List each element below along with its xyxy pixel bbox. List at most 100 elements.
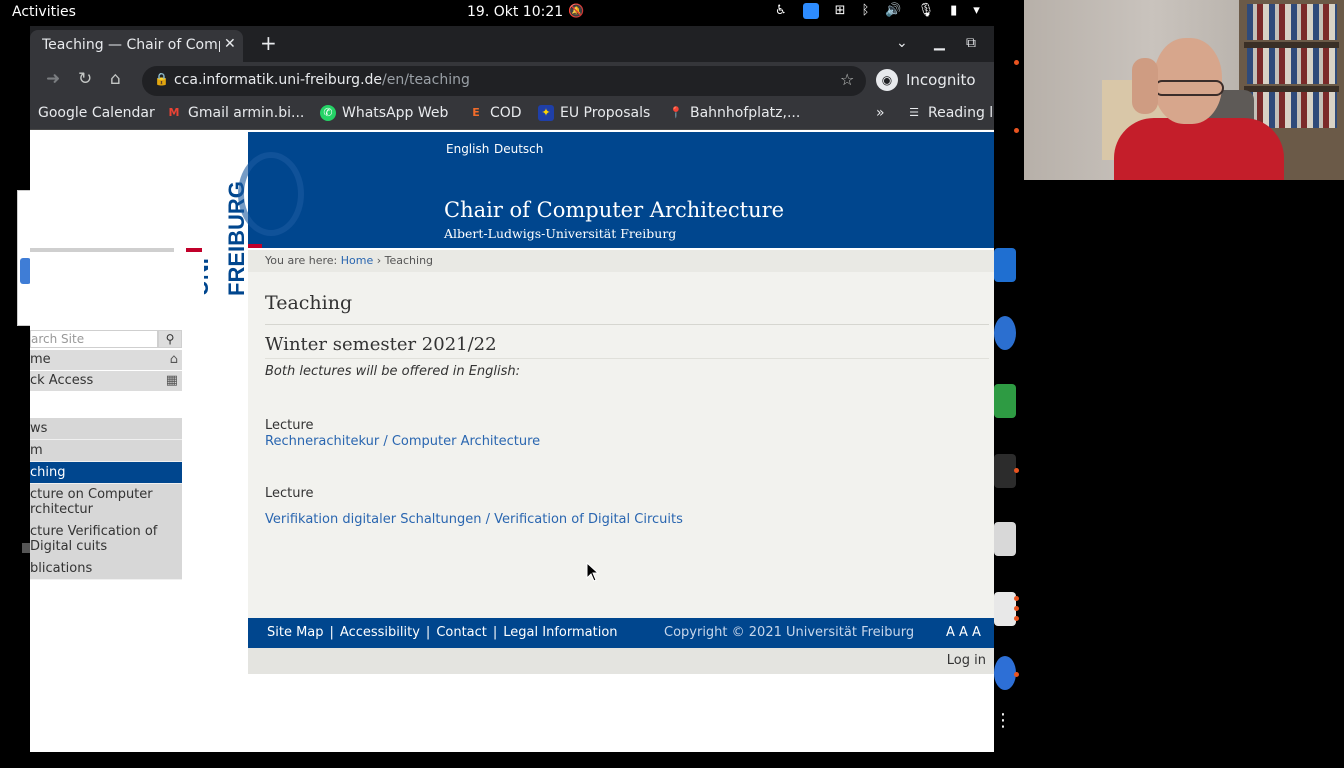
incognito-label: Incognito [906, 71, 976, 89]
contact-link[interactable]: Contact [436, 625, 487, 640]
accessibility-icon[interactable]: ♿ [775, 3, 787, 19]
bookmark-label: WhatsApp Web [342, 105, 449, 121]
legal-information-link[interactable]: Legal Information [503, 625, 617, 640]
dock-running-indicator [1014, 596, 1019, 601]
sitemap-icon: ▦ [165, 373, 178, 388]
bluetooth-icon[interactable]: ᛒ [862, 3, 870, 19]
site-map-link[interactable]: Site Map [267, 625, 324, 640]
bookmark-item[interactable]: Google Calendar [38, 105, 155, 121]
bookmark-item[interactable]: E COD [468, 105, 522, 121]
nav-item-news[interactable]: ws [30, 418, 182, 440]
house-icon: ⌂ [169, 352, 178, 367]
clock[interactable]: 19. Okt 10:21 [467, 4, 563, 20]
close-tab-icon[interactable]: ✕ [224, 36, 236, 52]
incognito-icon: ◉ [876, 69, 898, 91]
activities-button[interactable]: Activities [12, 4, 76, 20]
title-divider [265, 324, 989, 325]
dock-running-indicator [1014, 616, 1019, 621]
books-row [1247, 48, 1337, 84]
restore-icon[interactable]: ⧉ [966, 35, 976, 51]
main-content: Teaching Winter semester 2021/22 Both le… [248, 272, 994, 618]
semester-divider [265, 358, 989, 359]
person-hand [1132, 58, 1158, 114]
lecture-label: Lecture [265, 486, 314, 501]
bookmark-item[interactable]: ✆ WhatsApp Web [320, 105, 448, 121]
lang-deutsch-link[interactable]: Deutsch [494, 142, 543, 156]
breadcrumb-separator: › [376, 254, 382, 267]
breadcrumb-home-link[interactable]: Home [341, 254, 373, 267]
computer-architecture-link[interactable]: Rechnerachitekur / Computer Architecture [265, 434, 540, 449]
search-input[interactable]: arch Site [30, 330, 158, 348]
bookmark-star-icon[interactable]: ☆ [840, 70, 854, 89]
login-link[interactable]: Log in [947, 653, 986, 668]
nav-item-publications[interactable]: blications [30, 558, 182, 580]
semester-heading: Winter semester 2021/22 [265, 334, 497, 355]
maps-pin-icon: 📍 [669, 106, 683, 119]
network-icon[interactable]: ⊞ [835, 3, 846, 19]
more-bookmarks-icon[interactable]: » [876, 105, 885, 121]
breadcrumb-prefix: You are here: [265, 254, 338, 267]
footer-separator: | [492, 625, 498, 640]
bookmark-label: COD [490, 105, 522, 121]
dock-calendar-icon[interactable] [994, 592, 1016, 626]
bookmarks-bar: Google Calendar M Gmail armin.bi... ✆ What… [30, 98, 994, 130]
dock-running-indicator [1014, 468, 1019, 473]
reading-list[interactable]: ☰ Reading l [906, 105, 993, 121]
accessibility-link[interactable]: Accessibility [340, 625, 420, 640]
bookmark-item[interactable]: ✦ EU Proposals [538, 105, 650, 121]
footer-separator: | [329, 625, 334, 640]
dock-app-icon[interactable] [994, 656, 1016, 690]
system-menu-chevron-icon[interactable]: ▾ [973, 3, 980, 19]
person-glasses [1154, 80, 1224, 96]
site-footer: Site Map | Accessibility | Contact | Legal Inf… [248, 618, 994, 648]
eu-flag-icon: ✦ [538, 105, 554, 121]
lang-english-link[interactable]: English [446, 142, 489, 156]
verification-digital-circuits-link[interactable]: Verifikation digitaler Schaltungen / Ver… [265, 512, 683, 527]
copyright-text: Copyright © 2021 Universität Freiburg [664, 625, 915, 640]
tab-strip: Teaching — Chair of Computer Architectur… [30, 26, 994, 62]
desktop: Activities 19. Okt 10:21 🔕 ♿ ⊞ ᛒ 🔊 🎙 ▮ ▾ [0, 0, 1344, 768]
show-apps-icon[interactable]: ⋮ [994, 712, 1016, 750]
intro-text: Both lectures will be offered in English… [265, 364, 521, 379]
quick-access-link[interactable]: ck Access ▦ [30, 371, 182, 391]
home-link[interactable]: me ⌂ [30, 350, 182, 370]
url-text: cca.informatik.uni-freiburg.de/en/teachi… [174, 72, 470, 88]
font-size-switcher[interactable]: A A A [946, 625, 981, 640]
battery-icon[interactable]: ▮ [950, 3, 957, 19]
dock-docs-icon[interactable] [994, 248, 1016, 282]
dock-app-icon[interactable] [994, 316, 1016, 350]
bookmark-item[interactable]: M Gmail armin.bi... [166, 105, 305, 121]
web-page: UNI FREIBURG arch Site ⚲ me ⌂ ck Access … [30, 132, 994, 752]
home-icon[interactable]: ⌂ [110, 69, 121, 89]
forward-icon[interactable]: ➜ [46, 69, 60, 89]
zoom-icon[interactable] [802, 3, 819, 19]
address-bar[interactable]: 🔒 cca.informatik.uni-freiburg.de/en/teac… [142, 66, 866, 96]
nav-item-teaching[interactable]: ching [30, 462, 182, 484]
dock-running-indicator [1014, 672, 1019, 677]
nav-item-lecture-verification[interactable]: cture Verification of Digital cuits [30, 521, 182, 559]
dock-search-icon[interactable] [994, 522, 1016, 556]
reload-icon[interactable]: ↻ [78, 69, 92, 89]
nav-item-team[interactable]: m [30, 440, 182, 462]
lecture-label: Lecture [265, 418, 314, 433]
dock-spreadsheet-icon[interactable] [994, 384, 1016, 418]
site-subtitle: Albert-Ludwigs-Universität Freiburg [444, 226, 677, 241]
bookmark-label: Gmail armin.bi... [188, 105, 305, 121]
tab-title: Teaching — Chair of Computer Architectur… [42, 37, 220, 53]
bookmark-item[interactable]: 📍 Bahnhofplatz,... [668, 105, 800, 121]
volume-icon[interactable]: 🔊 [885, 3, 901, 19]
nav-item-lecture-computer-architecture[interactable]: cture on Computer rchitectur [30, 484, 182, 522]
incognito-indicator[interactable]: ◉ Incognito [876, 69, 976, 91]
new-tab-icon[interactable]: + [260, 33, 277, 53]
microphone-icon[interactable]: 🎙 [918, 3, 935, 19]
tab-search-chevron-icon[interactable]: ⌄ [896, 35, 908, 51]
breadcrumb: You are here: Home › Teaching [248, 250, 994, 272]
lock-icon[interactable]: 🔒 [154, 72, 169, 86]
search-icon[interactable]: ⚲ [158, 330, 182, 348]
minimize-icon[interactable]: ▁ [934, 35, 945, 51]
tab-teaching[interactable]: Teaching — Chair of Computer Architectur… [30, 30, 243, 62]
system-tray[interactable]: ♿ ⊞ ᛒ 🔊 🎙 ▮ ▾ [775, 3, 980, 19]
books-row [1247, 4, 1337, 40]
footer-links: Site Map | Accessibility | Contact | Legal Inf… [267, 625, 618, 640]
dock-app-icon[interactable] [994, 454, 1016, 488]
